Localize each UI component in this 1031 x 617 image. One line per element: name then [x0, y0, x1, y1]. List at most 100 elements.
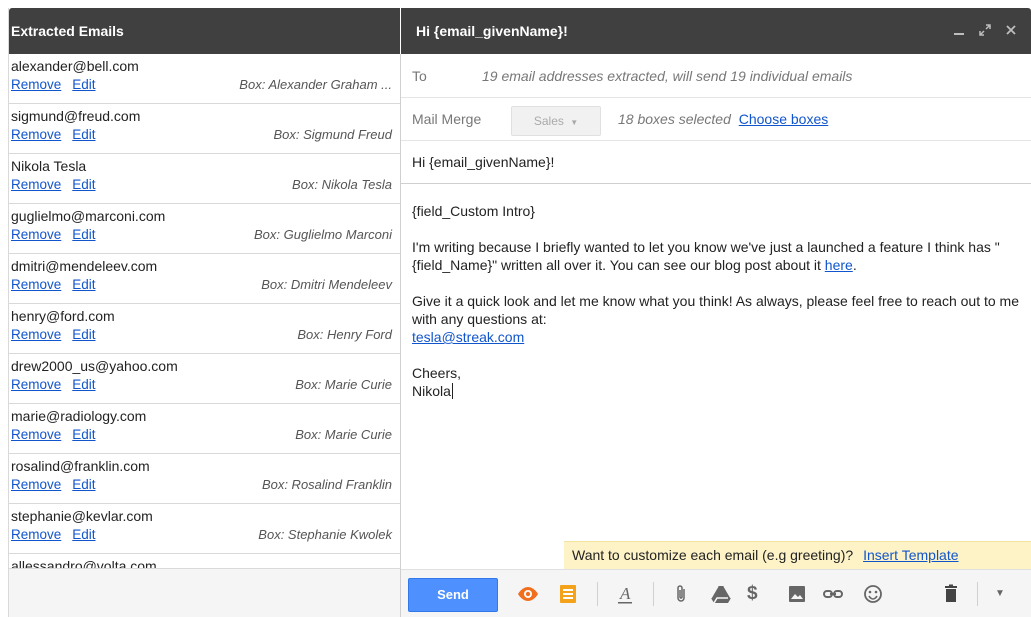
edit-link[interactable]: Edit: [72, 127, 95, 142]
email-box-label: Box: Stephanie Kwolek: [258, 527, 392, 542]
boxes-selection: 18 boxes selected Choose boxes: [618, 111, 828, 127]
edit-link[interactable]: Edit: [72, 527, 95, 542]
remove-link[interactable]: Remove: [11, 127, 61, 142]
body-paragraph-1: I'm writing because I briefly wanted to …: [412, 238, 1019, 274]
body-intro: {field_Custom Intro}: [412, 203, 535, 219]
edit-link[interactable]: Edit: [72, 477, 95, 492]
edit-link[interactable]: Edit: [72, 227, 95, 242]
remove-link[interactable]: Remove: [11, 427, 61, 442]
trash-icon[interactable]: [939, 582, 963, 606]
attach-icon[interactable]: [669, 582, 693, 606]
remove-link[interactable]: Remove: [11, 227, 61, 242]
drive-icon[interactable]: [709, 582, 733, 606]
choose-boxes-link[interactable]: Choose boxes: [739, 111, 829, 127]
email-box-label: Box: Marie Curie: [295, 427, 392, 442]
boxes-selected-count: 18 boxes selected: [618, 111, 731, 127]
email-address: sigmund@freud.com: [11, 108, 141, 124]
photo-icon[interactable]: [785, 582, 809, 606]
edit-link[interactable]: Edit: [72, 327, 95, 342]
chevron-down-icon: ▼: [570, 118, 579, 127]
compose-title: Hi {email_givenName}!: [416, 23, 568, 39]
email-list-item: dmitri@mendeleev.com Remove Edit Box: Dmitr…: [9, 254, 400, 304]
insert-template-link[interactable]: Insert Template: [863, 547, 958, 563]
template-prompt-bar: Want to customize each email (e.g greeti…: [564, 541, 1031, 569]
email-address: rosalind@franklin.com: [11, 458, 150, 474]
email-address: dmitri@mendeleev.com: [11, 258, 158, 274]
snippets-icon[interactable]: [556, 582, 580, 606]
compose-header: Hi {email_givenName}!: [401, 8, 1031, 54]
extracted-emails-title: Extracted Emails: [9, 8, 400, 54]
pipeline-select-value: Sales: [533, 114, 564, 128]
text-format-icon[interactable]: A: [613, 582, 637, 606]
email-address: henry@ford.com: [11, 308, 115, 324]
template-prompt-text: Want to customize each email (e.g greeti…: [572, 547, 854, 563]
mail-merge-label: Mail Merge: [412, 111, 482, 127]
svg-text:A: A: [619, 584, 631, 603]
email-list-item: guglielmo@marconi.com Remove Edit Box: Gugl…: [9, 204, 400, 254]
pipeline-select[interactable]: Sales ▼: [511, 106, 601, 136]
email-box-label: Box: Guglielmo Marconi: [254, 227, 392, 242]
send-button[interactable]: Send: [408, 578, 498, 612]
body-signoff: Cheers, Nikola: [412, 364, 1019, 400]
minimize-icon[interactable]: [953, 24, 965, 38]
remove-link[interactable]: Remove: [11, 277, 61, 292]
link-icon[interactable]: [821, 582, 845, 606]
email-list-item: stephanie@kevlar.com Remove Edit Box: Steph…: [9, 504, 400, 554]
subject-field[interactable]: Hi {email_givenName}!: [412, 154, 554, 170]
contact-email-link[interactable]: tesla@streak.com: [412, 329, 524, 345]
remove-link[interactable]: Remove: [11, 477, 61, 492]
toolbar-separator: [977, 582, 978, 606]
email-box-label: Box: Rosalind Franklin: [261, 477, 392, 492]
compose-panel: Hi {email_givenName}! To 19 email addres…: [401, 8, 1031, 617]
email-list-item: sigmund@freud.com Remove Edit Box: Sigmund …: [9, 104, 400, 154]
email-list[interactable]: alexander@bell.com Remove Edit Box: Alexand…: [9, 54, 400, 576]
message-body[interactable]: {field_Custom Intro} I'm writing because…: [412, 202, 1019, 418]
remove-link[interactable]: Remove: [11, 177, 61, 192]
body-signature: Nikola: [412, 383, 451, 399]
recipients-summary[interactable]: 19 email addresses extracted, will send …: [482, 68, 852, 84]
mail-merge-row: Mail Merge Sales ▼ 18 boxes selected Cho…: [401, 98, 1031, 141]
text-cursor: [451, 383, 453, 399]
edit-link[interactable]: Edit: [72, 427, 95, 442]
remove-link[interactable]: Remove: [11, 377, 61, 392]
email-box-label: Box: Alexander Graham ...: [239, 77, 392, 92]
subject-row[interactable]: Hi {email_givenName}!: [401, 141, 1031, 184]
remove-link[interactable]: Remove: [11, 527, 61, 542]
eye-icon[interactable]: [516, 582, 540, 606]
body-paragraph-1-text: I'm writing because I briefly wanted to …: [412, 239, 1000, 273]
email-box-label: Box: Sigmund Freud: [273, 127, 392, 142]
edit-link[interactable]: Edit: [72, 77, 95, 92]
email-box-label: Box: Marie Curie: [295, 377, 392, 392]
left-footer: [9, 568, 400, 617]
remove-link[interactable]: Remove: [11, 77, 61, 92]
email-list-item: rosalind@franklin.com Remove Edit Box: Rosa…: [9, 454, 400, 504]
email-address: Nikola Tesla: [11, 158, 87, 174]
toolbar-separator: [653, 582, 654, 606]
email-address: stephanie@kevlar.com: [11, 508, 153, 524]
mail-merge-window: Extracted Emails alexander@bell.com Remov…: [0, 0, 1031, 617]
money-icon[interactable]: $: [747, 582, 758, 606]
edit-link[interactable]: Edit: [72, 277, 95, 292]
edit-link[interactable]: Edit: [72, 377, 95, 392]
email-box-label: Box: Dmitri Mendeleev: [261, 277, 392, 292]
edit-link[interactable]: Edit: [72, 177, 95, 192]
email-list-item: drew2000_us@yahoo.com Remove Edit Box: Mari…: [9, 354, 400, 404]
email-box-label: Box: Nikola Tesla: [292, 177, 392, 192]
more-options-icon[interactable]: ▼: [995, 582, 1005, 606]
email-address: alexander@bell.com: [11, 58, 139, 74]
email-list-item: henry@ford.com Remove Edit Box: Henry Ford: [9, 304, 400, 354]
email-list-item: marie@radiology.com Remove Edit Box: Marie …: [9, 404, 400, 454]
to-row: To 19 email addresses extracted, will se…: [401, 54, 1031, 98]
close-icon[interactable]: [1005, 24, 1017, 38]
expand-icon[interactable]: [979, 24, 991, 38]
email-address: guglielmo@marconi.com: [11, 208, 166, 224]
toolbar-separator: [597, 582, 598, 606]
remove-link[interactable]: Remove: [11, 327, 61, 342]
blog-post-link[interactable]: here: [825, 257, 853, 273]
body-paragraph-2-text: Give it a quick look and let me know wha…: [412, 293, 1019, 327]
email-box-label: Box: Henry Ford: [297, 327, 392, 342]
email-address: drew2000_us@yahoo.com: [11, 358, 178, 374]
window-controls: [953, 8, 1017, 54]
body-closing: Cheers,: [412, 365, 462, 381]
emoji-icon[interactable]: [861, 582, 885, 606]
